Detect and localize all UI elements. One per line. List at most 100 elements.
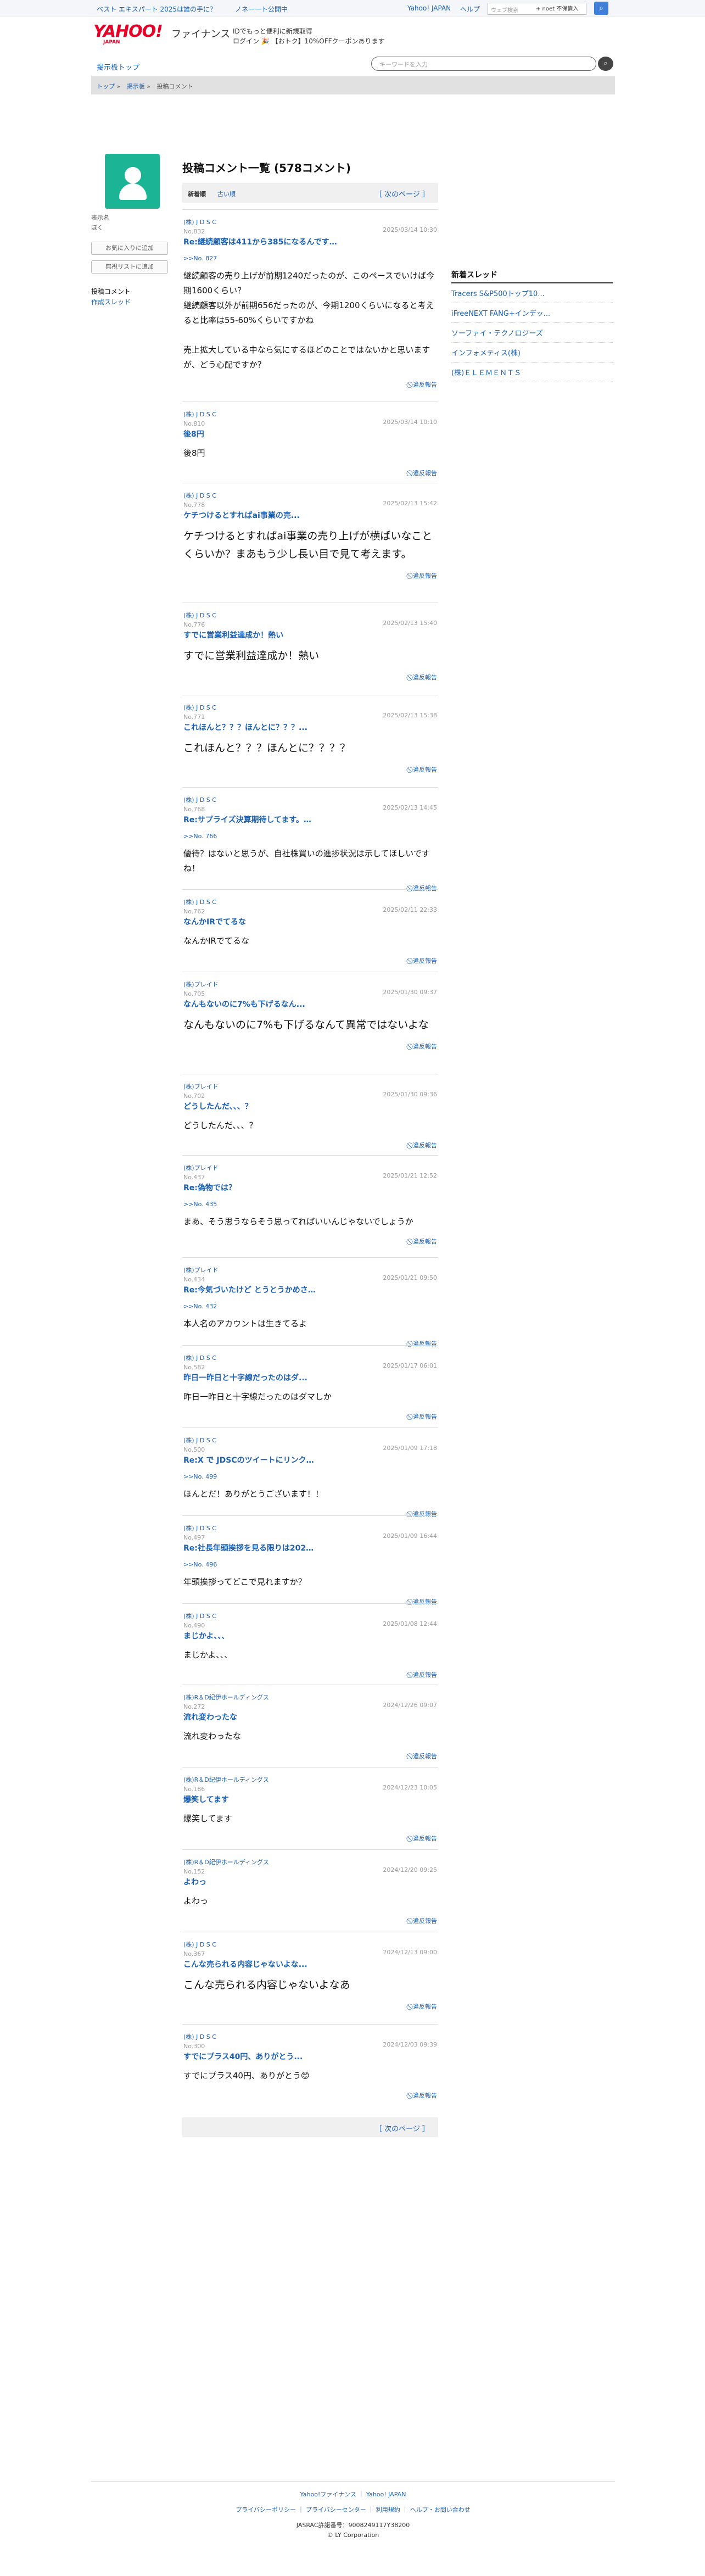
post-stock[interactable]: (株) J D S C [183,703,437,712]
board-top-link[interactable]: 掲示板トップ [97,62,139,72]
post-title[interactable]: なんかIRでてるな [183,916,437,927]
post-title[interactable]: Re:偽物では？ [183,1182,437,1193]
post-title[interactable]: すでに営業利益達成か！熱い [183,629,437,640]
best-expert-link[interactable]: ベスト エキスパート 2025は誰の手に？ [97,4,216,14]
report-link[interactable]: ⃠ 違反報告 [183,1834,437,1843]
post-reply-link[interactable]: >>No. 496 [183,1561,437,1568]
post-title[interactable]: まじかよ、、、 [183,1630,437,1641]
add-ignore-button[interactable]: 無視リストに追加 [91,260,168,274]
post-title[interactable]: よわっ [183,1876,437,1887]
report-link[interactable]: ⃠ 違反報告 [183,1237,437,1246]
report-label[interactable]: 違反報告 [413,1413,437,1420]
post-stock[interactable]: (株)R＆D紀伊ホールディングス [183,1858,437,1866]
report-link[interactable]: ⃠ 違反報告 [183,2002,437,2011]
search-select[interactable]: + noet 不保債入 [536,4,578,12]
report-label[interactable]: 違反報告 [413,2092,437,2099]
post-reply-link[interactable]: >>No. 499 [183,1473,437,1480]
footer-links-1[interactable]: Yahoo!ファイナンス ｜ Yahoo! JAPAN [91,2490,615,2499]
post-stock[interactable]: (株)プレイド [183,980,437,989]
report-label[interactable]: 違反報告 [413,1835,437,1842]
post-stock[interactable]: (株) J D S C [183,1524,437,1532]
report-link[interactable]: ⃠ 違反報告 [183,1141,437,1150]
post-reply-link[interactable]: >>No. 766 [183,833,437,840]
note-link[interactable]: ノネーート公開中 [235,4,288,14]
post-title[interactable]: 後8円 [183,428,437,439]
post-stock[interactable]: (株)R＆D紀伊ホールディングス [183,1775,437,1784]
post-reply-link[interactable]: >>No. 435 [183,1201,437,1208]
report-link[interactable]: ⃠ 違反報告 [183,673,437,682]
breadcrumb-top[interactable]: トップ [97,83,115,90]
post-stock[interactable]: (株) J D S C [183,1940,437,1949]
thread-link[interactable]: インフォメティス(株) [451,343,613,363]
report-link[interactable]: ⃠ 違反報告 [183,1752,437,1760]
report-label[interactable]: 違反報告 [413,1238,437,1245]
post-reply-link[interactable]: >>No. 827 [183,255,437,262]
next-page-link-bottom[interactable]: ［ 次のページ ］ [375,2123,429,2133]
report-link[interactable]: ⃠ 違反報告 [183,571,437,580]
report-link[interactable]: ⃠ 違反報告 [183,956,437,965]
login-promo[interactable]: ログイン 🎉 【おトク】10%OFFクーポンあります [233,36,385,46]
post-reply-link[interactable]: >>No. 432 [183,1303,437,1310]
report-label[interactable]: 違反報告 [413,381,437,388]
report-link[interactable]: ⃠ 違反報告 [183,380,437,389]
post-title[interactable]: 流れ変わったな [183,1711,437,1722]
post-stock[interactable]: (株) J D S C [183,897,437,906]
post-stock[interactable]: (株) J D S C [183,1353,437,1362]
report-label[interactable]: 違反報告 [413,572,437,579]
yahoo-japan-link[interactable]: Yahoo! JAPAN [407,4,451,12]
post-stock[interactable]: (株)プレイド [183,1163,437,1172]
post-stock[interactable]: (株) J D S C [183,795,437,804]
post-stock[interactable]: (株) J D S C [183,611,437,620]
thread-link[interactable]: ソーファイ・テクノロジーズ [451,323,613,343]
post-title[interactable]: これほんと？？？ほんとに？？？... [183,722,437,733]
tab-oldest[interactable]: 古い順 [217,189,236,198]
menu-comments[interactable]: 投稿コメント [91,287,168,296]
post-title[interactable]: Re:社長年頭挨拶を見る限りは202… [183,1542,437,1553]
id-promo[interactable]: IDでもっと便利に新規取得 [233,26,312,36]
post-stock[interactable]: (株)プレイド [183,1082,437,1091]
post-title[interactable]: Re:継続顧客は411から385になるんです… [183,236,437,247]
post-stock[interactable]: (株)プレイド [183,1265,437,1274]
post-title[interactable]: 爆笑してます [183,1794,437,1805]
footer-links-2[interactable]: プライバシーポリシー ｜ プライバシーセンター ｜ 利用規約 ｜ ヘルプ・お問い… [91,2505,615,2514]
tab-newest[interactable]: 新着順 [188,189,206,198]
search-icon[interactable]: ⌕ [594,2,608,15]
thread-link[interactable]: (株)ＥＬＥＭＥＮＴＳ [451,363,613,382]
report-label[interactable]: 違反報告 [413,1917,437,1925]
add-favorite-button[interactable]: お気に入りに追加 [91,242,168,255]
board-search-input[interactable]: キーワードを入力 [371,57,596,71]
report-link[interactable]: ⃠ 違反報告 [183,1412,437,1421]
post-stock[interactable]: (株) J D S C [183,1436,437,1445]
post-stock[interactable]: (株) J D S C [183,491,437,500]
post-title[interactable]: なんもないのに7%も下げるなん... [183,999,437,1010]
thread-link[interactable]: Tracers S&P500トップ10... [451,283,613,303]
post-title[interactable]: 昨日一昨日と十字線だったのはダ... [183,1372,437,1383]
post-title[interactable]: どうしたんだ、、、？ [183,1101,437,1112]
post-title[interactable]: Re:サプライズ決算期待してます。… [183,814,437,825]
post-title[interactable]: ケチつけるとすればai事業の売... [183,510,437,521]
next-page-link[interactable]: ［ 次のページ ］ [375,188,429,199]
report-label[interactable]: 違反報告 [413,674,437,681]
report-label[interactable]: 違反報告 [413,2003,437,2010]
report-link[interactable]: ⃠ 違反報告 [183,1042,437,1051]
post-title[interactable]: こんな売られる内容じゃないよな... [183,1959,437,1970]
report-label[interactable]: 違反報告 [413,470,437,477]
report-label[interactable]: 違反報告 [413,1043,437,1050]
post-title[interactable]: Re:X で JDSCのツイートにリンク… [183,1454,437,1465]
yahoo-logo[interactable]: YAHOO! [93,22,163,41]
help-link[interactable]: ヘルプ [460,4,480,14]
post-stock[interactable]: (株)R＆D紀伊ホールディングス [183,1693,437,1702]
report-link[interactable]: ⃠ 違反報告 [183,2091,437,2100]
report-label[interactable]: 違反報告 [413,766,437,773]
post-stock[interactable]: (株) J D S C [183,1612,437,1620]
report-label[interactable]: 違反報告 [413,1142,437,1149]
post-stock[interactable]: (株) J D S C [183,2032,437,2041]
report-link[interactable]: ⃠ 違反報告 [183,1916,437,1925]
post-stock[interactable]: (株) J D S C [183,410,437,419]
report-label[interactable]: 違反報告 [413,1753,437,1760]
report-link[interactable]: ⃠ 違反報告 [183,1670,437,1679]
board-search-icon[interactable]: ⌕ [598,57,613,71]
report-link[interactable]: ⃠ 違反報告 [183,765,437,774]
post-title[interactable]: Re:今気づいたけど とうとうかめさ… [183,1284,437,1295]
post-title[interactable]: すでにプラス40円、ありがとう... [183,2051,437,2062]
